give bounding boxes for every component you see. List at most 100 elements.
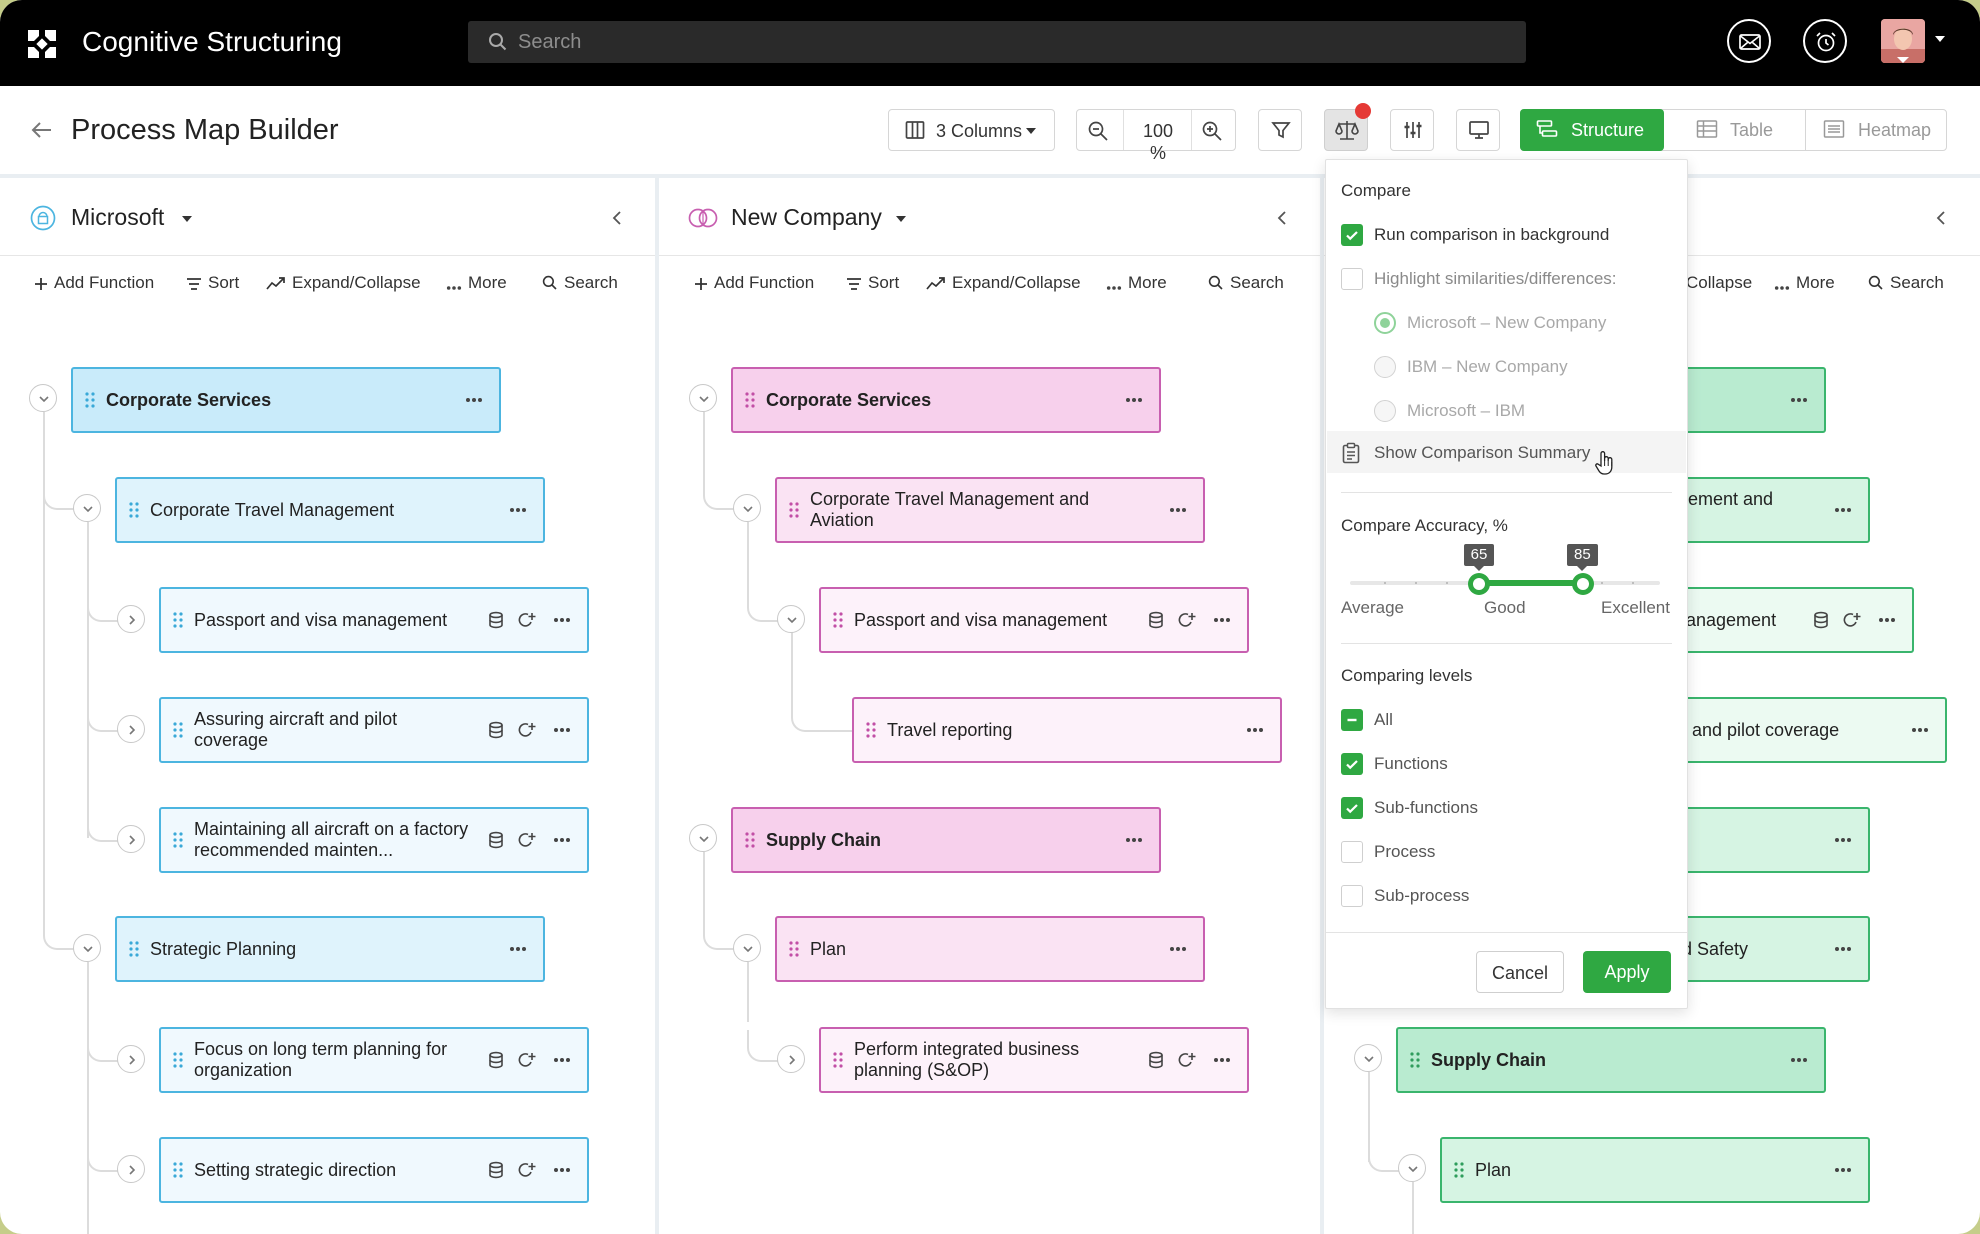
more-dots-icon[interactable] [1169,946,1187,952]
pair-radio[interactable] [1374,356,1396,378]
drag-handle-icon[interactable] [173,612,183,628]
process-node[interactable]: Focus on long term planning for organiza… [159,1027,589,1093]
pair-radio-selected[interactable] [1374,312,1396,334]
level-all-checkbox[interactable] [1341,709,1363,731]
level-label[interactable]: Process [1374,841,1435,863]
database-icon[interactable] [487,611,505,629]
more-dots-icon[interactable] [1790,1057,1808,1063]
global-search[interactable]: Search [468,21,1526,63]
pair-label[interactable]: Microsoft – New Company [1407,312,1606,334]
expand-collapse-button[interactable]: Expand/Collapse [266,272,421,294]
more-button[interactable]: More [446,272,507,294]
tab-heatmap[interactable]: Heatmap [1806,109,1947,151]
collapse-toggle[interactable] [73,934,101,962]
database-icon[interactable] [1812,611,1830,629]
collapse-toggle[interactable] [73,494,101,522]
sort-button[interactable]: Sort [186,272,239,294]
database-icon[interactable] [487,1051,505,1069]
process-node[interactable]: Setting strategic direction [159,1137,589,1203]
more-dots-icon[interactable] [1125,397,1143,403]
more-dots-icon[interactable] [1169,507,1187,513]
subfunction-node[interactable]: Strategic Planning [115,916,545,982]
drag-handle-icon[interactable] [173,722,183,738]
level-label[interactable]: Functions [1374,753,1448,775]
more-dots-icon[interactable] [553,1057,571,1063]
filter-button[interactable] [1258,109,1302,151]
drag-handle-icon[interactable] [129,502,139,518]
chevron-down-icon[interactable] [1934,33,1946,45]
drag-handle-icon[interactable] [745,832,755,848]
process-node[interactable]: Passport and visa management [159,587,589,653]
more-dots-icon[interactable] [1125,837,1143,843]
collapse-left-icon[interactable] [1931,208,1951,228]
drag-handle-icon[interactable] [173,832,183,848]
add-function-button[interactable]: Add Function [694,272,814,294]
subfunction-node[interactable]: Corporate Travel Management [115,477,545,543]
run-background-checkbox[interactable] [1341,224,1363,246]
settings-button[interactable] [1390,109,1434,151]
columns-dropdown[interactable]: 3 Columns [888,109,1055,151]
subprocess-node[interactable]: Travel reporting [852,697,1282,763]
tab-table[interactable]: Table [1664,109,1805,151]
function-node[interactable]: Supply Chain [731,807,1161,873]
show-summary-label[interactable]: Show Comparison Summary [1374,442,1590,464]
tab-structure[interactable]: Structure [1520,109,1664,151]
collapse-toggle[interactable] [1354,1044,1382,1072]
more-dots-icon[interactable] [1790,397,1808,403]
collapse-toggle[interactable] [29,384,57,412]
collapse-toggle[interactable] [733,494,761,522]
more-dots-icon[interactable] [1878,617,1896,623]
level-process-checkbox[interactable] [1341,841,1363,863]
drag-handle-icon[interactable] [1454,1162,1464,1178]
column-divider[interactable] [655,178,659,1234]
add-function-button[interactable]: Add Function [34,272,154,294]
function-node[interactable]: Supply Chain [1396,1027,1826,1093]
back-arrow-icon[interactable] [30,118,54,142]
column-title[interactable]: New Company [731,202,882,232]
add-process-icon[interactable] [517,721,537,739]
process-node[interactable]: Passport and visa management [819,587,1249,653]
level-label[interactable]: All [1374,709,1393,731]
more-dots-icon[interactable] [1246,727,1264,733]
collapse-toggle[interactable] [689,384,717,412]
subfunction-node[interactable]: Corporate Travel Management and Aviation [775,477,1205,543]
level-functions-checkbox[interactable] [1341,753,1363,775]
database-icon[interactable] [1147,1051,1165,1069]
collapse-toggle[interactable] [777,605,805,633]
function-node[interactable]: Corporate Services [71,367,501,433]
more-dots-icon[interactable] [553,727,571,733]
more-dots-icon[interactable] [1834,507,1852,513]
more-dots-icon[interactable] [509,946,527,952]
expand-toggle[interactable] [117,825,145,853]
add-process-icon[interactable] [517,1161,537,1179]
database-icon[interactable] [1147,611,1165,629]
caret-down-icon[interactable] [895,214,907,224]
apply-button[interactable]: Apply [1583,951,1671,993]
drag-handle-icon[interactable] [789,502,799,518]
collapse-left-icon[interactable] [1272,208,1292,228]
search-button[interactable]: Search [542,272,618,294]
database-icon[interactable] [487,721,505,739]
zoom-in-icon[interactable] [1201,120,1223,142]
function-node[interactable]: Corporate Services [731,367,1161,433]
more-dots-icon[interactable] [465,397,483,403]
expand-toggle[interactable] [117,1155,145,1183]
expand-toggle[interactable] [117,715,145,743]
more-dots-icon[interactable] [553,837,571,843]
more-dots-icon[interactable] [1911,727,1929,733]
expand-collapse-button[interactable]: Collapse [1686,272,1752,294]
level-subprocess-checkbox[interactable] [1341,885,1363,907]
expand-toggle[interactable] [117,605,145,633]
more-dots-icon[interactable] [1834,1167,1852,1173]
collapse-toggle[interactable] [1398,1154,1426,1182]
add-process-icon[interactable] [1177,611,1197,629]
expand-toggle[interactable] [117,1045,145,1073]
process-node[interactable]: Maintaining all aircraft on a factory re… [159,807,589,873]
drag-handle-icon[interactable] [173,1052,183,1068]
database-icon[interactable] [487,1161,505,1179]
drag-handle-icon[interactable] [745,392,755,408]
drag-handle-icon[interactable] [129,941,139,957]
add-process-icon[interactable] [1177,1051,1197,1069]
drag-handle-icon[interactable] [833,1052,843,1068]
sort-button[interactable]: Sort [846,272,899,294]
